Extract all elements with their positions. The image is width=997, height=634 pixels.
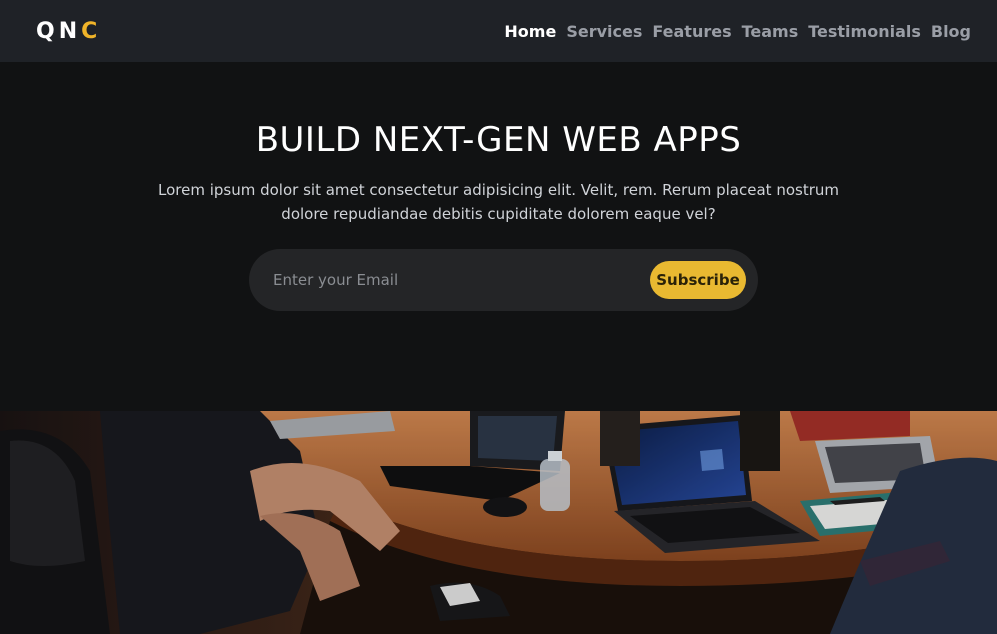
subscribe-form: Subscribe (249, 249, 758, 311)
hero-subtitle: Lorem ipsum dolor sit amet consectetur a… (158, 181, 839, 223)
hero-title: BUILD NEXT-GEN WEB APPS (255, 120, 742, 160)
nav-link-testimonials[interactable]: Testimonials (808, 22, 921, 41)
nav-link-services[interactable]: Services (566, 22, 642, 41)
hero-photo (0, 411, 997, 634)
subscribe-button[interactable]: Subscribe (650, 261, 746, 299)
main-nav: Home Services Features Teams Testimonial… (504, 22, 971, 41)
brand-logo[interactable]: QNC (36, 19, 101, 44)
logo-main-text: QN (36, 18, 82, 44)
meeting-photo-illustration (0, 411, 997, 634)
nav-link-blog[interactable]: Blog (931, 22, 971, 41)
hero-section: BUILD NEXT-GEN WEB APPS Lorem ipsum dolo… (0, 62, 997, 411)
email-input[interactable] (273, 263, 643, 297)
nav-link-home[interactable]: Home (504, 22, 556, 41)
logo-accent-text: C (81, 18, 102, 44)
nav-link-teams[interactable]: Teams (742, 22, 799, 41)
nav-link-features[interactable]: Features (652, 22, 731, 41)
navbar: QNC Home Services Features Teams Testimo… (0, 0, 997, 62)
